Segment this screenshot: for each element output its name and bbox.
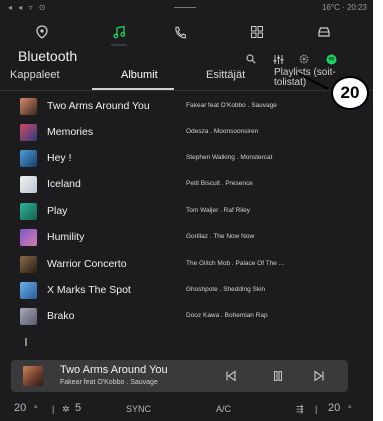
track-artist: Fakear feat O'Kobbo . Sauvage xyxy=(186,102,277,109)
album-art xyxy=(20,256,37,273)
album-art xyxy=(20,98,37,115)
pause-icon[interactable] xyxy=(269,367,287,385)
track-title: Warrior Concerto xyxy=(47,258,127,270)
climate-divider: | xyxy=(52,404,55,414)
track-artist: The Glitch Mob . Palace Of The ... xyxy=(186,260,285,267)
album-art xyxy=(20,150,37,167)
tab-songs[interactable]: Kappaleet xyxy=(10,69,60,81)
apps-icon[interactable] xyxy=(237,18,277,46)
track-artist: Ghoshpote . Shedding Skin xyxy=(186,286,266,293)
track-artist: Tom Waljer . Raf Riley xyxy=(186,207,251,214)
app-nav xyxy=(0,18,373,46)
album-art xyxy=(20,229,37,246)
track-row[interactable]: Humility Gorillaz . The Now Now xyxy=(0,226,345,250)
page-title: Bluetooth xyxy=(18,48,78,64)
right-temperature[interactable]: 20 xyxy=(328,402,340,414)
album-art xyxy=(20,176,37,193)
track-artist: Stephen Walking . Monstercat xyxy=(186,154,273,161)
track-artist: Dooz Kawa . Bohemian Rap xyxy=(186,312,268,319)
status-icons: ◂ ◂ ▿ ⊙ xyxy=(8,3,48,12)
track-row[interactable]: Two Arms Around You Fakear feat O'Kobbo … xyxy=(0,95,345,119)
status-temp-time: 16°C · 20:23 xyxy=(321,3,367,12)
track-row[interactable]: Brako Dooz Kawa . Bohemian Rap xyxy=(0,305,345,329)
track-row[interactable]: X Marks The Spot Ghoshpote . Shedding Sk… xyxy=(0,279,345,303)
tab-divider xyxy=(0,90,373,91)
track-title: Two Arms Around You xyxy=(47,100,150,112)
now-playing-bar[interactable]: Two Arms Around You Fakear feat O'Kobbo … xyxy=(11,360,348,392)
track-title: Humility xyxy=(47,231,85,243)
car-icon[interactable] xyxy=(304,18,344,46)
ac-button[interactable]: A/C xyxy=(216,404,231,414)
track-title: Memories xyxy=(47,126,94,138)
now-playing-title: Two Arms Around You xyxy=(60,364,168,376)
track-artist: Odesza . Moonsoonsiren xyxy=(186,128,259,135)
album-art xyxy=(20,124,37,141)
now-playing-artist: Fakear feat O'Kobbo . Sauvage xyxy=(60,379,158,386)
tab-albums[interactable]: Albumit xyxy=(121,69,158,81)
track-title: Hey ! xyxy=(47,152,72,164)
track-title: X Marks The Spot xyxy=(47,284,131,296)
track-row[interactable]: Play Tom Waljer . Raf Riley xyxy=(0,200,345,224)
temperature-unit-icon: ° xyxy=(34,404,38,414)
track-row[interactable]: Warrior Concerto The Glitch Mob . Palace… xyxy=(0,253,345,277)
seat-airflow-icon[interactable]: ⇶ xyxy=(296,404,304,415)
temperature-unit-icon: ° xyxy=(348,404,352,414)
track-row[interactable]: Memories Odesza . Moonsoonsiren xyxy=(0,121,345,145)
next-track-icon[interactable] xyxy=(310,367,328,385)
previous-track-icon[interactable] xyxy=(222,367,240,385)
left-temperature[interactable]: 20 xyxy=(14,402,26,414)
status-divider xyxy=(174,7,196,8)
album-art xyxy=(20,308,37,325)
music-icon[interactable] xyxy=(99,18,139,46)
callout-number: 20 xyxy=(331,76,369,110)
status-bar: ◂ ◂ ▿ ⊙ 16°C · 20:23 xyxy=(0,0,373,16)
navigation-icon[interactable] xyxy=(22,18,62,46)
now-playing-album-art xyxy=(23,366,43,386)
track-row[interactable]: Iceland Petit Biscuit . Presence xyxy=(0,173,345,197)
tab-playlists[interactable]: Playlists (soit- tolistat) xyxy=(274,68,336,88)
sync-button[interactable]: SYNC xyxy=(126,404,151,414)
scroll-indicator[interactable] xyxy=(25,338,27,346)
climate-bar: 20 ° | ✲ 5 SYNC A/C ⇶ | 20 ° xyxy=(0,398,373,421)
tab-bar: Kappaleet Albumit Esittäjät Playlists (s… xyxy=(0,64,373,90)
track-title: Brako xyxy=(47,310,75,322)
track-title: Play xyxy=(47,205,68,217)
climate-divider: | xyxy=(315,404,318,414)
album-art xyxy=(20,203,37,220)
fan-icon[interactable]: ✲ xyxy=(62,404,70,415)
track-row[interactable]: Hey ! Stephen Walking . Monstercat xyxy=(0,147,345,171)
track-artist: Gorillaz . The Now Now xyxy=(186,233,255,240)
tab-artists[interactable]: Esittäjät xyxy=(206,69,245,81)
track-title: Iceland xyxy=(47,178,81,190)
album-art xyxy=(20,282,37,299)
fan-speed: 5 xyxy=(75,402,82,414)
phone-icon[interactable] xyxy=(160,18,200,46)
infotainment-screen: ◂ ◂ ▿ ⊙ 16°C · 20:23 Bluetooth Kappaleet… xyxy=(0,0,373,421)
track-artist: Petit Biscuit . Presence xyxy=(186,180,253,187)
